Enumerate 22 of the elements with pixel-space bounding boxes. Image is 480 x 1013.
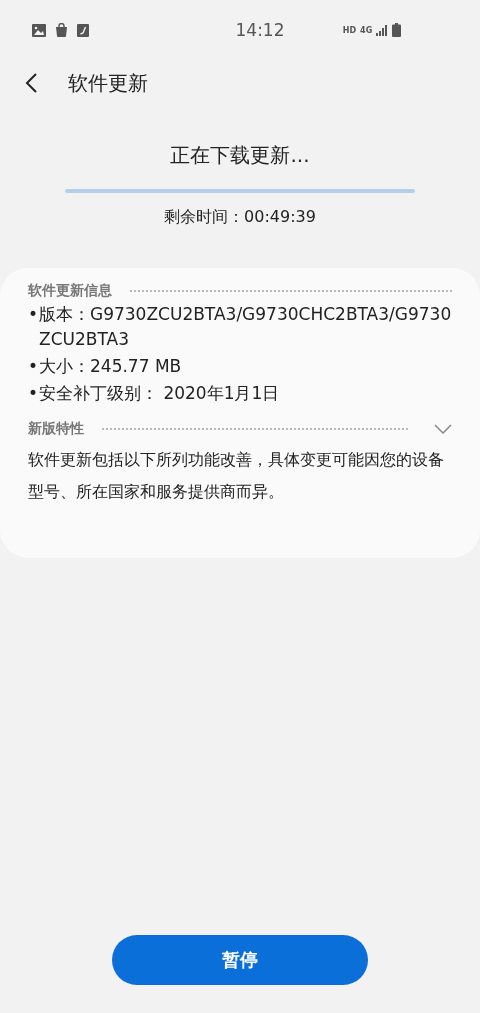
hd-indicator: HD [342, 25, 357, 35]
gallery-icon [32, 23, 46, 37]
bullet: • [28, 303, 39, 326]
remaining-time: 剩余时间：00:49:39 [164, 207, 316, 228]
status-time: 14:12 [234, 20, 286, 40]
battery-icon [392, 23, 402, 37]
section-heading: 新版特性 [28, 420, 84, 438]
info-text: 安全补丁级别： 2020年1月1日 [39, 382, 281, 405]
features-description: 软件更新包括以下所列功能改善，具体变更可能因您的设备型号、所在国家和服务提供商而异。 [28, 449, 445, 503]
bullet: • [28, 382, 39, 405]
info-text: 大小：245.77 MB [39, 355, 183, 378]
download-status: 正在下载更新... [170, 142, 310, 169]
bullet: • [28, 355, 39, 378]
section-heading: 软件更新信息 [28, 282, 112, 300]
shopping-bag-icon [55, 23, 68, 37]
info-text: 版本：G9730ZCU2BTA3/G9730CHC2BTA3/G9730ZCU2BTA3 [39, 303, 452, 351]
page-title: 软件更新 [68, 69, 148, 97]
pause-button[interactable]: 暂停 [112, 935, 368, 985]
phone-icon [77, 23, 89, 37]
signal-icon [376, 24, 389, 36]
network-type: 4G [360, 25, 373, 35]
chevron-down-icon[interactable] [434, 424, 452, 434]
